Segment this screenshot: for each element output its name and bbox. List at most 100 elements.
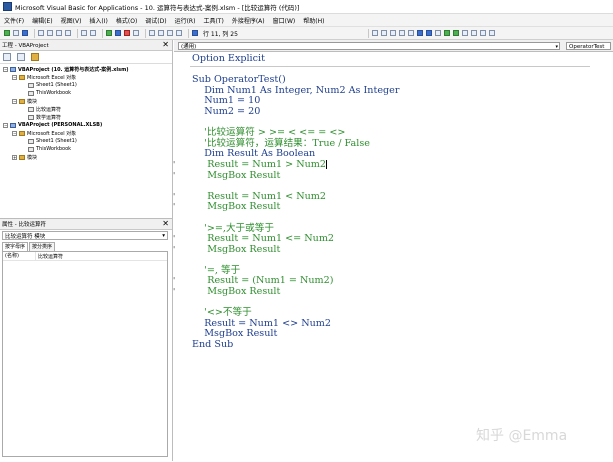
tree-node[interactable]: ThisWorkbook: [0, 145, 172, 153]
code-line[interactable]: MsgBox Result: [192, 329, 602, 340]
tree-node[interactable]: Sheet1 (Sheet1): [0, 137, 172, 145]
menu-item[interactable]: 文件(F): [4, 16, 24, 25]
code-text: MsgBox Result: [192, 201, 281, 213]
code-line[interactable]: End Sub: [192, 339, 602, 351]
code-line[interactable]: ' MsgBox Result: [173, 244, 602, 256]
edit-toolbar-icon[interactable]: [380, 30, 387, 36]
code-text: MsgBox Result: [192, 286, 281, 298]
tree-node[interactable]: ThisWorkbook: [0, 89, 172, 97]
toolbox-icon[interactable]: [176, 30, 182, 36]
property-key: (名称): [3, 252, 36, 260]
code-line[interactable]: [192, 255, 602, 266]
edit-toolbar-icon[interactable]: [371, 30, 378, 36]
prev-bookmark-icon[interactable]: [479, 30, 486, 36]
code-line[interactable]: Num2 = 20: [192, 106, 602, 118]
properties-icon[interactable]: [158, 30, 164, 36]
cut-icon[interactable]: [38, 30, 44, 36]
toggle-folders-icon[interactable]: [31, 53, 39, 61]
close-icon[interactable]: ✕: [162, 41, 169, 49]
tree-node[interactable]: Sheet1 (Sheet1): [0, 81, 172, 89]
menu-item[interactable]: 调试(D): [145, 16, 166, 25]
bookmark-icon[interactable]: [461, 30, 468, 36]
tree-node[interactable]: 比较运算符: [0, 105, 172, 113]
edit-toolbar-icon[interactable]: [407, 30, 414, 36]
comment-block-icon[interactable]: [443, 30, 450, 36]
uncomment-block-icon[interactable]: [452, 30, 459, 36]
project-explorer-icon[interactable]: [149, 30, 155, 36]
indent-icon[interactable]: [416, 30, 423, 36]
folder-icon: [19, 98, 25, 104]
clear-bookmarks-icon[interactable]: [488, 30, 495, 36]
chevron-down-icon: ▾: [555, 44, 558, 50]
text-cursor: [326, 159, 327, 169]
properties-object-selector[interactable]: 比较运算符 模块 ▾: [2, 231, 168, 240]
edit-toolbar-icon[interactable]: [389, 30, 396, 36]
menu-item[interactable]: 插入(I): [89, 16, 107, 25]
view-object-icon[interactable]: [17, 53, 25, 61]
module-icon: [28, 90, 34, 96]
code-line[interactable]: ' MsgBox Result: [173, 170, 602, 182]
undo-icon[interactable]: [81, 30, 87, 36]
tree-node[interactable]: 数学运算符: [0, 113, 172, 121]
property-row[interactable]: (名称) 比较运算符: [3, 252, 167, 261]
module-icon: [28, 106, 34, 112]
run-icon[interactable]: [106, 30, 112, 36]
view-code-icon[interactable]: [3, 53, 11, 61]
collapse-icon[interactable]: −: [12, 130, 17, 136]
reset-icon[interactable]: [124, 30, 130, 36]
menu-item[interactable]: 视图(V): [61, 16, 82, 25]
insert-module-icon[interactable]: [13, 30, 19, 36]
collapse-icon[interactable]: −: [12, 74, 17, 80]
next-bookmark-icon[interactable]: [470, 30, 477, 36]
redo-icon[interactable]: [90, 30, 96, 36]
copy-icon[interactable]: [47, 30, 53, 36]
menu-item[interactable]: 运行(R): [175, 16, 196, 25]
tree-node[interactable]: − Microsoft Excel 对象: [0, 129, 172, 137]
menu-item[interactable]: 格式(O): [116, 16, 137, 25]
procedure-combo[interactable]: OperatorTest: [566, 42, 611, 50]
collapse-icon[interactable]: −: [3, 122, 8, 128]
project-explorer-title: 工程 - VBAProject: [2, 43, 49, 49]
project-explorer-header: 工程 - VBAProject ✕: [0, 40, 172, 51]
tree-node-label: ThisWorkbook: [36, 146, 72, 152]
collapse-icon[interactable]: −: [12, 98, 17, 104]
close-icon[interactable]: ✕: [162, 220, 169, 228]
tree-node[interactable]: + 模块: [0, 153, 172, 161]
menu-item[interactable]: 窗口(W): [273, 16, 296, 25]
menu-item[interactable]: 外接程序(A): [232, 16, 265, 25]
code-line[interactable]: Option Explicit: [192, 53, 602, 65]
object-combo[interactable]: (通用) ▾: [178, 42, 560, 50]
code-line[interactable]: ' MsgBox Result: [173, 286, 602, 298]
tree-node-label: 模块: [27, 98, 38, 105]
toggle-breakpoint-icon[interactable]: [434, 30, 441, 36]
properties-tabs: 按字母序 按分类序: [2, 242, 56, 252]
tree-node-label: VBAProject (PERSONAL.XLSB): [18, 122, 103, 128]
code-line[interactable]: ' MsgBox Result: [173, 201, 602, 213]
expand-icon[interactable]: +: [12, 154, 17, 160]
break-icon[interactable]: [115, 30, 121, 36]
menu-item[interactable]: 工具(T): [203, 16, 223, 25]
tree-node-label: 数学运算符: [36, 114, 62, 121]
find-icon[interactable]: [65, 30, 71, 36]
code-combo-bar: (通用) ▾ OperatorTest: [174, 40, 613, 52]
object-browser-icon[interactable]: [167, 30, 173, 36]
save-icon[interactable]: [22, 30, 28, 36]
property-value[interactable]: 比较运算符: [36, 253, 63, 260]
tree-node[interactable]: − 模块: [0, 97, 172, 105]
edit-toolbar-icon[interactable]: [398, 30, 405, 36]
code-line[interactable]: [192, 298, 602, 309]
code-text: Result = Num1 > Num2: [192, 158, 326, 170]
paste-icon[interactable]: [56, 30, 62, 36]
excel-view-icon[interactable]: [4, 30, 10, 36]
tree-node[interactable]: − VBAProject (PERSONAL.XLSB): [0, 121, 172, 129]
design-mode-icon[interactable]: [133, 30, 139, 36]
code-editor[interactable]: Option Explicit Sub OperatorTest() Dim Nu…: [173, 53, 602, 351]
menu-item[interactable]: 编辑(E): [32, 16, 52, 25]
tree-node[interactable]: − VBAProject (10. 运算符与表达式-案例.xlsm): [0, 65, 172, 73]
collapse-icon[interactable]: −: [3, 66, 8, 72]
menu-item[interactable]: 帮助(H): [303, 16, 324, 25]
help-icon[interactable]: [192, 30, 198, 36]
code-text: '<>不等于: [192, 307, 252, 319]
tree-node[interactable]: − Microsoft Excel 对象: [0, 73, 172, 81]
outdent-icon[interactable]: [425, 30, 432, 36]
